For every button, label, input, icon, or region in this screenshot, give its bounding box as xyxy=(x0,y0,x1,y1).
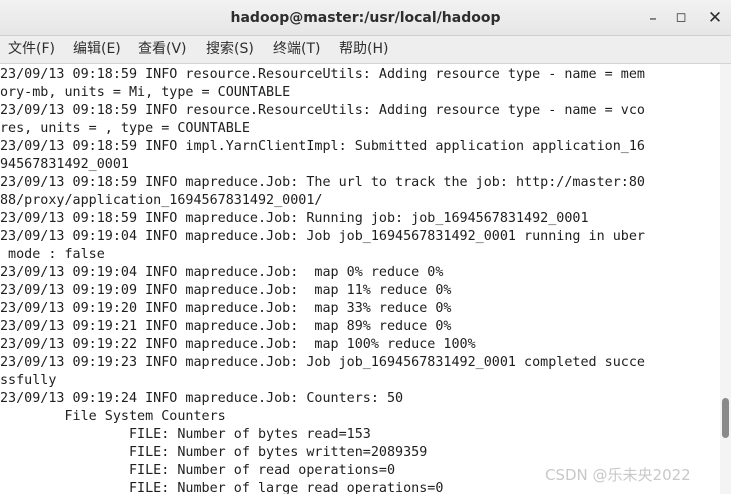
menu-terminal[interactable]: 终端(T) xyxy=(271,36,322,63)
terminal-line: ssfully xyxy=(0,373,57,388)
terminal-line: FILE: Number of large read operations=0 xyxy=(0,481,444,494)
terminal-line: 23/09/13 09:18:59 INFO resource.Resource… xyxy=(0,67,645,82)
terminal-line: 23/09/13 09:18:59 INFO impl.YarnClientIm… xyxy=(0,139,645,154)
menu-file[interactable]: 文件(F) xyxy=(6,36,57,63)
terminal-line: FILE: Number of bytes written=2089359 xyxy=(0,445,428,460)
window-title: hadoop@master:/usr/local/hadoop xyxy=(230,10,501,26)
terminal-line: 23/09/13 09:18:59 INFO resource.Resource… xyxy=(0,103,645,118)
terminal-line: 23/09/13 09:18:59 INFO mapreduce.Job: Ru… xyxy=(0,211,589,226)
watermark-text: CSDN @乐未央2022 xyxy=(545,466,691,484)
maximize-icon[interactable]: ◻ xyxy=(669,6,693,30)
terminal-line: res, units = , type = COUNTABLE xyxy=(0,121,250,136)
menu-search[interactable]: 搜索(S) xyxy=(204,36,256,63)
close-icon[interactable]: ✕ xyxy=(703,6,727,30)
terminal-line: 23/09/13 09:19:24 INFO mapreduce.Job: Co… xyxy=(0,391,404,406)
terminal-line: ory-mb, units = Mi, type = COUNTABLE xyxy=(0,85,291,100)
menu-view[interactable]: 查看(V) xyxy=(136,36,189,63)
menu-edit[interactable]: 编辑(E) xyxy=(71,36,123,63)
minimize-icon[interactable]: – xyxy=(641,6,665,30)
terminal-line: 94567831492_0001 xyxy=(0,157,129,172)
terminal-line: 23/09/13 09:19:09 INFO mapreduce.Job: ma… xyxy=(0,283,452,298)
terminal-line: 23/09/13 09:19:04 INFO mapreduce.Job: Jo… xyxy=(0,229,645,244)
menu-help[interactable]: 帮助(H) xyxy=(337,36,390,63)
terminal-line: FILE: Number of read operations=0 xyxy=(0,463,396,478)
terminal-line: 23/09/13 09:19:22 INFO mapreduce.Job: ma… xyxy=(0,337,476,352)
terminal-line: File System Counters xyxy=(0,409,226,424)
terminal-line: 23/09/13 09:19:04 INFO mapreduce.Job: ma… xyxy=(0,265,444,280)
terminal-line: 23/09/13 09:19:20 INFO mapreduce.Job: ma… xyxy=(0,301,452,316)
terminal-line: 23/09/13 09:19:21 INFO mapreduce.Job: ma… xyxy=(0,319,452,334)
terminal-output[interactable]: 23/09/13 09:18:59 INFO resource.Resource… xyxy=(0,64,720,494)
terminal-line: 23/09/13 09:19:23 INFO mapreduce.Job: Jo… xyxy=(0,355,645,370)
title-bar[interactable]: hadoop@master:/usr/local/hadoop – ◻ ✕ xyxy=(0,0,731,36)
terminal-line: 88/proxy/application_1694567831492_0001/ xyxy=(0,193,323,208)
menu-bar: 文件(F) 编辑(E) 查看(V) 搜索(S) 终端(T) 帮助(H) xyxy=(0,36,731,64)
terminal-line: 23/09/13 09:18:59 INFO mapreduce.Job: Th… xyxy=(0,175,645,190)
terminal-line: FILE: Number of bytes read=153 xyxy=(0,427,371,442)
scrollbar-thumb[interactable] xyxy=(722,398,729,438)
terminal-line: mode : false xyxy=(0,247,105,262)
